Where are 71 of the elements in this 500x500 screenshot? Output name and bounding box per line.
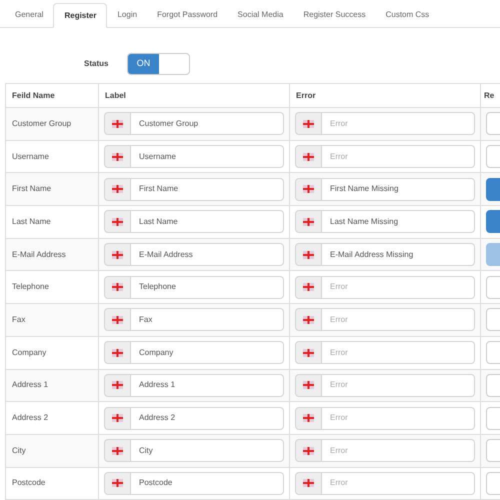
text-field[interactable]: Fax	[131, 308, 284, 332]
status-toggle[interactable]: ON	[127, 52, 190, 74]
flag-icon	[112, 316, 123, 324]
flag-icon	[112, 381, 123, 390]
text-field[interactable]: City	[131, 439, 284, 462]
flag-icon	[112, 120, 123, 128]
column-header: Re	[481, 84, 500, 107]
field-name: E-Mail Address	[12, 248, 66, 261]
column-header: Label	[99, 84, 290, 107]
text-field[interactable]: Error	[322, 439, 475, 462]
text-field[interactable]: Error	[322, 276, 475, 299]
flag-icon	[303, 348, 314, 357]
text-field[interactable]: Error	[322, 341, 475, 364]
text-field[interactable]: Address 1	[131, 374, 284, 397]
flag-icon	[303, 316, 314, 324]
status-label: Status	[84, 58, 110, 70]
text-field[interactable]: Address 2	[131, 406, 284, 430]
flag-icon	[112, 218, 123, 226]
field-name: Username	[12, 150, 49, 163]
field-name: Company	[12, 346, 46, 359]
flag-icon	[112, 185, 123, 194]
flag-icon	[303, 250, 314, 259]
text-field[interactable]: Error	[322, 145, 475, 168]
flag-icon	[112, 283, 123, 292]
flag-icon	[303, 479, 314, 488]
flag-icon	[303, 152, 314, 161]
text-field[interactable]: Error	[322, 112, 475, 136]
flag-icon	[112, 152, 123, 161]
text-field[interactable]: Company	[131, 341, 284, 364]
text-field[interactable]: Username	[131, 145, 284, 168]
flag-icon	[303, 381, 314, 390]
flag-icon	[112, 250, 123, 259]
column-header: Feild Name	[6, 84, 99, 107]
tab[interactable]: Register	[53, 3, 108, 28]
tab[interactable]: Custom Css	[376, 2, 440, 27]
field-name: City	[12, 444, 26, 457]
text-field[interactable]: Error	[322, 472, 475, 495]
field-name: Address 2	[12, 412, 48, 424]
flag-icon	[112, 446, 123, 455]
text-field[interactable]: First Name Missing	[322, 178, 475, 201]
flag-icon	[303, 218, 314, 226]
text-field[interactable]: Last Name	[131, 210, 284, 234]
text-field[interactable]: First Name	[131, 178, 284, 201]
field-name: Telephone	[12, 281, 49, 294]
text-field[interactable]: Error	[322, 308, 475, 332]
flag-icon	[303, 185, 314, 194]
field-name: Last Name	[12, 216, 51, 228]
field-name: Fax	[12, 314, 26, 326]
text-field[interactable]: Error	[322, 406, 475, 430]
field-name: Address 1	[12, 379, 48, 392]
flag-icon	[112, 348, 123, 357]
text-field[interactable]: Postcode	[131, 472, 284, 495]
text-field[interactable]: Customer Group	[131, 112, 284, 136]
flag-icon	[303, 283, 314, 292]
tab[interactable]: Register Success	[293, 2, 376, 27]
tab[interactable]: Forgot Password	[147, 2, 228, 27]
tab[interactable]: General	[5, 2, 54, 27]
flag-icon	[112, 479, 123, 488]
flag-icon	[303, 120, 314, 128]
flag-icon	[303, 446, 314, 455]
tab[interactable]: Login	[107, 2, 148, 27]
tab[interactable]: Social Media	[228, 2, 294, 27]
flag-icon	[303, 414, 314, 422]
column-header: Error	[290, 84, 481, 107]
field-name: Customer Group	[12, 118, 72, 130]
text-field[interactable]: Last Name Missing	[322, 210, 475, 234]
field-name: First Name	[12, 183, 52, 196]
text-field[interactable]: Error	[322, 374, 475, 397]
flag-icon	[112, 414, 123, 422]
field-name: Postcode	[12, 477, 46, 490]
text-field[interactable]: Telephone	[131, 276, 284, 299]
